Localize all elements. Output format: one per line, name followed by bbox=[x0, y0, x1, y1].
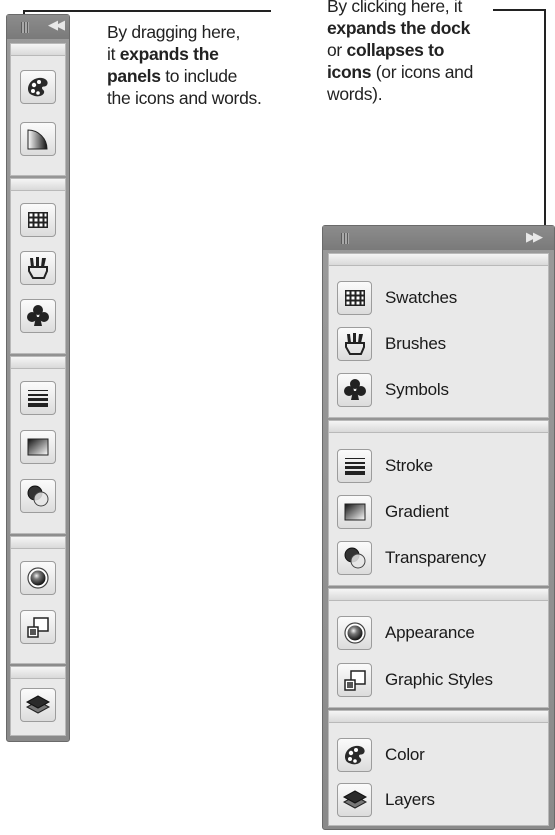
panel-item-transparency[interactable]: Transparency bbox=[337, 540, 548, 576]
panel-group-swatches bbox=[10, 178, 66, 354]
callout-bold: icons bbox=[327, 62, 372, 82]
expand-toggle-icon[interactable]: ▶▶ bbox=[526, 230, 543, 245]
graphic-styles-icon[interactable] bbox=[20, 610, 56, 644]
panel-item-label: Brushes bbox=[385, 334, 446, 353]
panel-group-tab[interactable] bbox=[329, 421, 548, 433]
callout-click-line3: or collapses to bbox=[327, 39, 517, 61]
callout-click-line2: expands the dock bbox=[327, 17, 517, 39]
callout-click-line4: icons (or icons and bbox=[327, 61, 517, 83]
panel-group-appearance bbox=[10, 536, 66, 664]
panel-item-brushes[interactable]: Brushes bbox=[337, 326, 548, 362]
panel-group-color: Color Layers bbox=[328, 710, 549, 826]
dock-header[interactable]: ▶▶ bbox=[323, 226, 554, 250]
panel-group-tab[interactable] bbox=[11, 44, 65, 56]
callout-text: or bbox=[327, 40, 347, 60]
panel-group-color bbox=[10, 43, 66, 176]
panel-item-label: Layers bbox=[385, 790, 435, 809]
stroke-icon[interactable] bbox=[20, 381, 56, 415]
panel-item-swatches[interactable]: Swatches bbox=[337, 280, 548, 316]
callout-drag-line4: the icons and words. bbox=[107, 88, 262, 108]
gradient-icon[interactable] bbox=[20, 430, 56, 464]
gradient-icon bbox=[337, 495, 372, 529]
transparency-icon bbox=[337, 541, 372, 575]
color-guide-icon[interactable] bbox=[20, 122, 56, 156]
panel-group-appearance: Appearance Graphic Styles bbox=[328, 588, 549, 708]
panel-item-gradient[interactable]: Gradient bbox=[337, 494, 548, 530]
callout-bold: expands the dock bbox=[327, 18, 471, 38]
color-icon bbox=[337, 738, 372, 772]
callout-bold: panels bbox=[107, 66, 161, 86]
leader-line-click-vertical bbox=[544, 9, 546, 228]
callout-click-text: By clicking here, it expands the dock or… bbox=[327, 0, 517, 105]
swatches-icon bbox=[337, 281, 372, 315]
callout-click-line1: By clicking here, it bbox=[327, 0, 463, 16]
callout-text: to include bbox=[160, 66, 238, 86]
panel-item-graphic-styles[interactable]: Graphic Styles bbox=[337, 662, 548, 698]
appearance-icon[interactable] bbox=[20, 561, 56, 595]
callout-bold: expands the bbox=[119, 44, 219, 64]
dock-header[interactable]: ◀◀ bbox=[7, 15, 69, 39]
symbols-icon[interactable] bbox=[20, 299, 56, 333]
panel-group-stroke: Stroke Gradient Transparency bbox=[328, 420, 549, 586]
callout-drag-line3: panels to include bbox=[107, 65, 287, 87]
panel-group-tab[interactable] bbox=[329, 589, 548, 601]
layers-icon[interactable] bbox=[20, 688, 56, 722]
panel-item-label: Symbols bbox=[385, 380, 449, 399]
layers-icon bbox=[337, 783, 372, 817]
appearance-icon bbox=[337, 616, 372, 650]
panel-group-layers bbox=[10, 666, 66, 736]
callout-text: it bbox=[107, 44, 120, 64]
callout-drag-line1: By dragging here, bbox=[107, 22, 241, 42]
leader-line-drag-horizontal bbox=[23, 10, 271, 12]
panel-group-tab[interactable] bbox=[329, 254, 548, 266]
graphic-styles-icon bbox=[337, 663, 372, 697]
panel-item-label: Transparency bbox=[385, 548, 486, 567]
panel-item-label: Color bbox=[385, 745, 425, 764]
panel-group-tab[interactable] bbox=[11, 357, 65, 369]
dock-collapsed: ◀◀ bbox=[6, 14, 70, 742]
panel-group-tab[interactable] bbox=[329, 711, 548, 723]
panel-group-tab[interactable] bbox=[11, 179, 65, 191]
panel-item-symbols[interactable]: Symbols bbox=[337, 372, 548, 408]
transparency-icon[interactable] bbox=[20, 479, 56, 513]
symbols-icon bbox=[337, 373, 372, 407]
swatches-icon[interactable] bbox=[20, 203, 56, 237]
color-icon[interactable] bbox=[20, 70, 56, 104]
collapse-toggle-icon[interactable]: ◀◀ bbox=[48, 18, 65, 33]
panel-item-label: Swatches bbox=[385, 288, 458, 307]
grip-icon[interactable] bbox=[341, 233, 349, 244]
panel-group-tab[interactable] bbox=[11, 537, 65, 549]
panel-item-layers[interactable]: Layers bbox=[337, 782, 548, 818]
brushes-icon[interactable] bbox=[20, 251, 56, 285]
stroke-icon bbox=[337, 449, 372, 483]
callout-bold: collapses to bbox=[346, 40, 445, 60]
panel-item-color[interactable]: Color bbox=[337, 737, 548, 773]
panel-item-label: Graphic Styles bbox=[385, 670, 493, 689]
panel-group-tab[interactable] bbox=[11, 667, 65, 679]
callout-drag-text: By dragging here, it expands the panels … bbox=[107, 21, 287, 109]
callout-drag-line2: it expands the bbox=[107, 43, 287, 65]
panel-group-stroke bbox=[10, 356, 66, 534]
panel-item-stroke[interactable]: Stroke bbox=[337, 448, 548, 484]
callout-text: (or icons and bbox=[371, 62, 474, 82]
dock-expanded: ▶▶ Swatches Brushes Symbols Stroke Gradi… bbox=[322, 225, 555, 830]
panel-item-label: Appearance bbox=[385, 623, 475, 642]
panel-item-label: Gradient bbox=[385, 502, 449, 521]
brushes-icon bbox=[337, 327, 372, 361]
panel-item-label: Stroke bbox=[385, 456, 433, 475]
grip-icon[interactable] bbox=[21, 22, 29, 33]
panel-group-swatches: Swatches Brushes Symbols bbox=[328, 253, 549, 418]
panel-item-appearance[interactable]: Appearance bbox=[337, 615, 548, 651]
callout-click-line5: words). bbox=[327, 84, 383, 104]
leader-line-click-horizontal bbox=[493, 9, 546, 11]
